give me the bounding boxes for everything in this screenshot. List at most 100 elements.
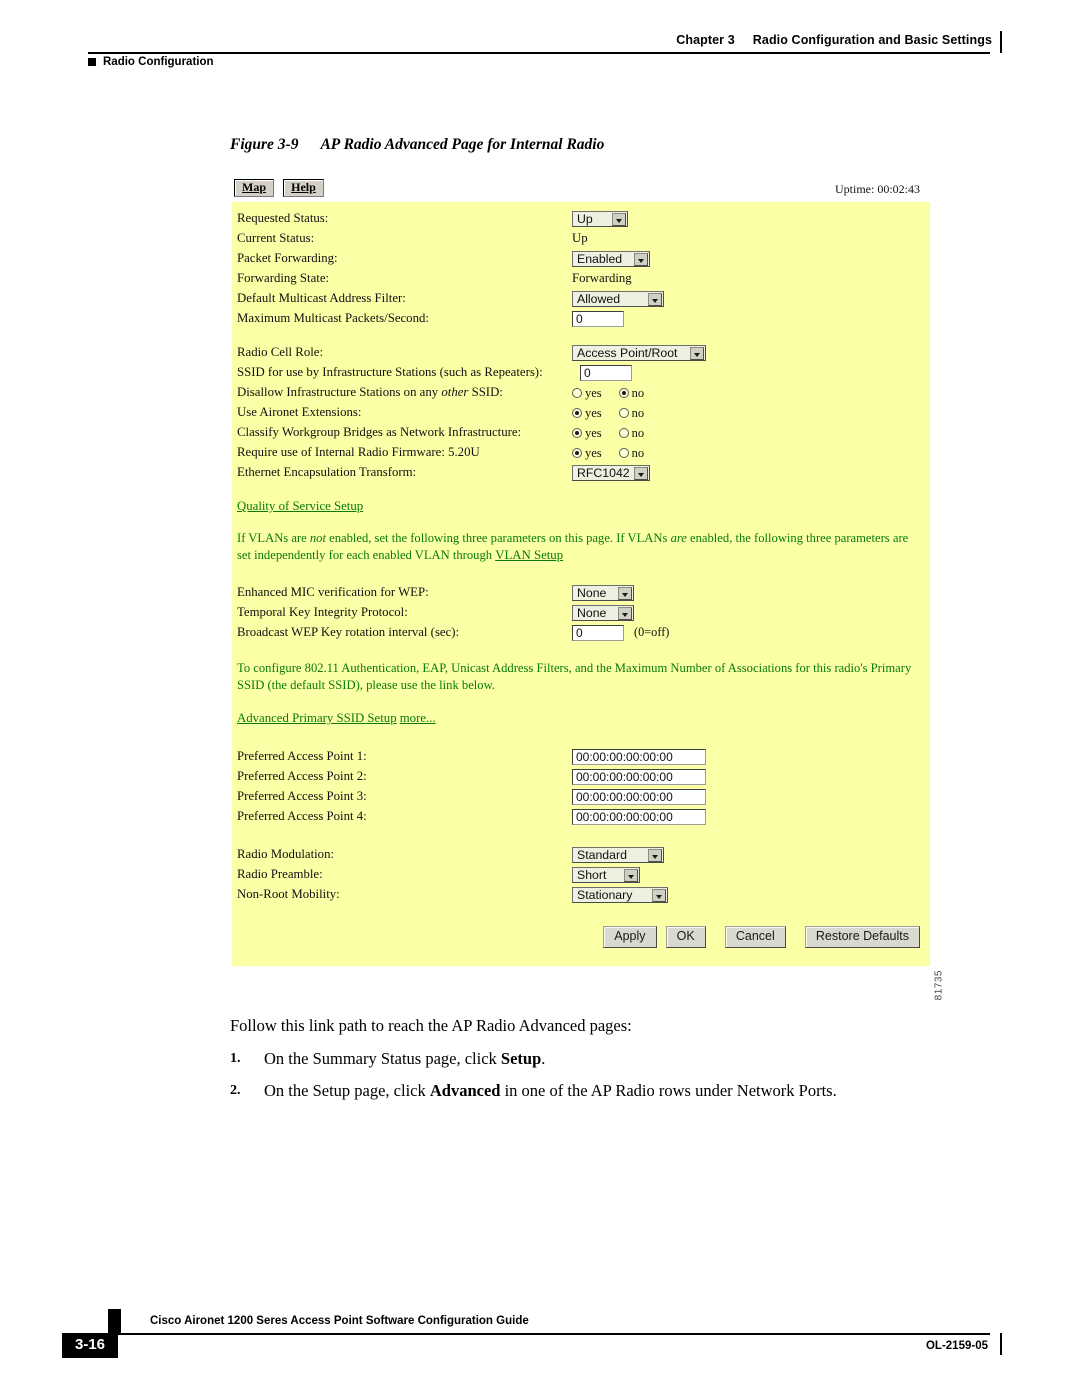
radio-cell-role-select[interactable]: Access Point/Root: [572, 345, 706, 362]
chevron-down-icon: [634, 253, 648, 267]
ethernet-encapsulation-value: RFC1042: [577, 466, 630, 481]
disallow-infrastructure-yes-radio[interactable]: [572, 388, 582, 399]
packet-forwarding-select[interactable]: Enabled: [572, 251, 650, 268]
vlan-note: If VLANs are not enabled, set the follow…: [232, 530, 930, 564]
label-enhanced-mic: Enhanced MIC verification for WEP:: [237, 585, 429, 599]
tkip-select[interactable]: None: [572, 605, 634, 622]
non-root-mobility-select[interactable]: Stationary: [572, 887, 668, 904]
label-default-multicast-filter: Default Multicast Address Filter:: [237, 291, 406, 305]
classify-workgroup-bridges-no-radio[interactable]: [618, 428, 629, 439]
header-section-title: Radio Configuration: [103, 56, 214, 68]
form-button-bar: Apply OK Cancel Restore Defaults: [232, 922, 930, 956]
step-item-1: 1. On the Summary Status page, click Setu…: [230, 1048, 950, 1069]
control-requested-status: Up: [572, 208, 628, 228]
step-2-post: in one of the AP Radio rows under Networ…: [500, 1081, 837, 1100]
ethernet-encapsulation-select[interactable]: RFC1042: [572, 465, 650, 482]
classify-workgroup-bridges-radio-group: yes no: [572, 422, 661, 443]
cancel-button[interactable]: Cancel: [724, 926, 786, 948]
step-1-post: .: [541, 1049, 546, 1068]
uptime-label: Uptime: 00:02:43: [835, 182, 920, 196]
vlan-setup-link[interactable]: VLAN Setup: [495, 548, 563, 562]
classify-workgroup-bridges-no-label: no: [631, 426, 645, 441]
footer-rule-tick: [999, 1333, 1002, 1355]
map-button[interactable]: Map: [234, 179, 274, 197]
control-preferred-ap-3: 00:00:00:00:00:00: [572, 786, 706, 806]
quality-of-service-setup-link[interactable]: Quality of Service Setup: [237, 499, 363, 513]
chevron-down-icon: [612, 213, 626, 227]
more-link[interactable]: more...: [400, 711, 436, 725]
form-row-preferred-ap-1: Preferred Access Point 1: 00:00:00:00:00…: [232, 746, 930, 766]
label-preferred-ap-1: Preferred Access Point 1:: [237, 749, 367, 763]
qos-setup-row: Quality of Service Setup: [232, 496, 930, 516]
radio-cell-role-group: Radio Cell Role: Access Point/Root SSID …: [232, 342, 930, 482]
enhanced-mic-select[interactable]: None: [572, 585, 634, 602]
vlan-note-part2: enabled, set the following three paramet…: [325, 531, 671, 545]
control-use-aironet-extensions: yes no: [572, 402, 661, 422]
use-aironet-extensions-yes-radio[interactable]: [572, 408, 582, 419]
browser-toolbar: Map Help Uptime: 00:02:43: [232, 172, 932, 202]
chevron-down-icon: [690, 347, 704, 361]
help-button[interactable]: Help: [283, 179, 324, 197]
disallow-infrastructure-no-radio[interactable]: [618, 388, 629, 399]
require-internal-firmware-yes-radio[interactable]: [572, 448, 582, 459]
label-radio-modulation: Radio Modulation:: [237, 847, 335, 861]
infrastructure-ssid-input[interactable]: 0: [580, 365, 632, 382]
max-multicast-packets-input[interactable]: 0: [572, 311, 624, 328]
label-packet-forwarding: Packet Forwarding:: [237, 251, 338, 265]
default-multicast-filter-select[interactable]: Allowed: [572, 291, 664, 308]
wep-rotation-input[interactable]: 0: [572, 625, 624, 642]
form-row-wep-rotation: Broadcast WEP Key rotation interval (sec…: [232, 622, 930, 642]
requested-status-select[interactable]: Up: [572, 211, 628, 228]
control-default-multicast-filter: Allowed: [572, 288, 664, 308]
restore-defaults-button[interactable]: Restore Defaults: [804, 926, 920, 948]
preferred-ap-1-input[interactable]: 00:00:00:00:00:00: [572, 749, 706, 766]
figure-number: Figure 3-9: [230, 136, 299, 153]
forwarding-state-value: Forwarding: [572, 271, 632, 285]
footer-page-number: 3-16: [62, 1333, 119, 1358]
apply-button[interactable]: Apply: [603, 926, 657, 948]
body-lead-paragraph: Follow this link path to reach the AP Ra…: [230, 1016, 632, 1035]
label-requested-status: Requested Status:: [237, 211, 329, 225]
label-preferred-ap-4: Preferred Access Point 4:: [237, 809, 367, 823]
form-row-radio-cell-role: Radio Cell Role: Access Point/Root: [232, 342, 930, 362]
use-aironet-extensions-no-radio[interactable]: [618, 408, 629, 419]
step-1-pre: On the Summary Status page, click: [264, 1049, 501, 1068]
preferred-ap-2-input[interactable]: 00:00:00:00:00:00: [572, 769, 706, 786]
header-chapter-line: Chapter 3 Radio Configuration and Basic S…: [676, 33, 992, 47]
require-internal-firmware-no-radio[interactable]: [618, 448, 629, 459]
label-require-internal-firmware: Require use of Internal Radio Firmware: …: [237, 445, 480, 459]
preferred-ap-3-input[interactable]: 00:00:00:00:00:00: [572, 789, 706, 806]
control-enhanced-mic: None: [572, 582, 634, 602]
label-radio-cell-role: Radio Cell Role:: [237, 345, 324, 359]
form-row-radio-preamble: Radio Preamble: Short: [232, 864, 930, 884]
default-multicast-filter-value: Allowed: [577, 292, 621, 307]
classify-workgroup-bridges-yes-radio[interactable]: [572, 428, 582, 439]
label-forwarding-state: Forwarding State:: [237, 271, 330, 285]
form-row-forwarding-state: Forwarding State: Forwarding: [232, 268, 930, 288]
form-row-enhanced-mic: Enhanced MIC verification for WEP: None: [232, 582, 930, 602]
control-max-multicast-packets: 0: [572, 308, 624, 328]
control-current-status: Up: [572, 228, 588, 248]
chevron-down-icon: [618, 587, 632, 601]
page-header: Chapter 3 Radio Configuration and Basic S…: [0, 0, 1080, 100]
chevron-down-icon: [652, 889, 666, 903]
preferred-access-points-group: Preferred Access Point 1: 00:00:00:00:00…: [232, 746, 930, 826]
control-preferred-ap-2: 00:00:00:00:00:00: [572, 766, 706, 786]
ok-button[interactable]: OK: [665, 926, 706, 948]
radio-preamble-select[interactable]: Short: [572, 867, 640, 884]
enhanced-mic-value: None: [577, 586, 607, 601]
classify-workgroup-bridges-yes-label: yes: [585, 426, 602, 441]
disallow-infrastructure-yes-label: yes: [585, 386, 602, 401]
require-internal-firmware-yes-label: yes: [585, 446, 602, 461]
label-preferred-ap-2: Preferred Access Point 2:: [237, 769, 367, 783]
label-max-multicast-packets: Maximum Multicast Packets/Second:: [237, 311, 429, 325]
primary-ssid-note: To configure 802.11 Authentication, EAP,…: [237, 661, 912, 692]
radio-modulation-select[interactable]: Standard: [572, 847, 664, 864]
figure-caption: Figure 3-9 AP Radio Advanced Page for Int…: [230, 136, 604, 154]
advanced-primary-ssid-setup-link[interactable]: Advanced Primary SSID Setup: [237, 711, 397, 725]
preferred-ap-4-input[interactable]: 00:00:00:00:00:00: [572, 809, 706, 826]
control-radio-modulation: Standard: [572, 844, 664, 864]
control-preferred-ap-1: 00:00:00:00:00:00: [572, 746, 706, 766]
status-group: Requested Status: Up Current Status: Up …: [232, 208, 930, 328]
chevron-down-icon: [648, 293, 662, 307]
